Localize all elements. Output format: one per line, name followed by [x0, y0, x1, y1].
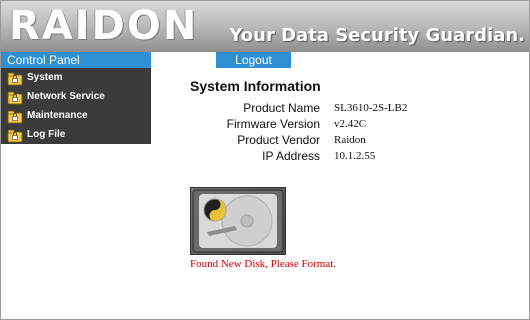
status-notice: Found New Disk, Please Format.: [190, 258, 337, 270]
info-row-firmware-version: Firmware Version v2.42C: [190, 116, 407, 132]
sidebar-item-label: Maintenance: [27, 110, 88, 121]
info-value: Raidon: [334, 134, 366, 146]
folder-lock-icon: [7, 72, 23, 85]
info-label: IP Address: [262, 149, 320, 163]
sidebar-item-label: System: [27, 72, 63, 83]
sidebar-item-network-service[interactable]: Network Service: [1, 87, 151, 106]
logout-button[interactable]: Logout: [216, 52, 291, 68]
info-row-ip-address: IP Address 10.1.2.55: [190, 148, 407, 164]
sidebar: System Network Service Maintenance Log F…: [1, 68, 151, 144]
system-info-table: Product Name SL3610-2S-LB2 Firmware Vers…: [190, 100, 408, 164]
folder-lock-icon: [7, 110, 23, 123]
info-value: 10.1.2.55: [334, 150, 376, 162]
sidebar-item-label: Network Service: [27, 91, 105, 102]
info-row-product-vendor: Product Vendor Raidon: [190, 132, 407, 148]
info-value: SL3610-2S-LB2: [334, 102, 408, 114]
info-value: v2.42C: [334, 118, 367, 130]
info-label: Product Vendor: [237, 133, 320, 147]
info-label: Firmware Version: [226, 117, 320, 131]
folder-lock-icon: [7, 91, 23, 104]
info-row-product-name: Product Name SL3610-2S-LB2: [190, 100, 407, 116]
sidebar-item-log-file[interactable]: Log File: [1, 125, 151, 144]
sidebar-item-label: Log File: [27, 129, 66, 140]
sidebar-item-maintenance[interactable]: Maintenance: [1, 106, 151, 125]
info-label: Product Name: [243, 101, 320, 115]
sidebar-item-system[interactable]: System: [1, 68, 151, 87]
control-panel-tab[interactable]: Control Panel: [1, 52, 151, 68]
raidon-logo: RAIDON: [9, 3, 199, 49]
hard-disk-graphic: [192, 189, 284, 253]
hard-disk-icon[interactable]: [190, 187, 286, 255]
page-title: System Information: [190, 78, 321, 94]
tagline: Your Data Security Guardian.: [229, 25, 525, 46]
folder-lock-icon: [7, 129, 23, 142]
header-banner: RAIDON Your Data Security Guardian.: [1, 1, 529, 52]
